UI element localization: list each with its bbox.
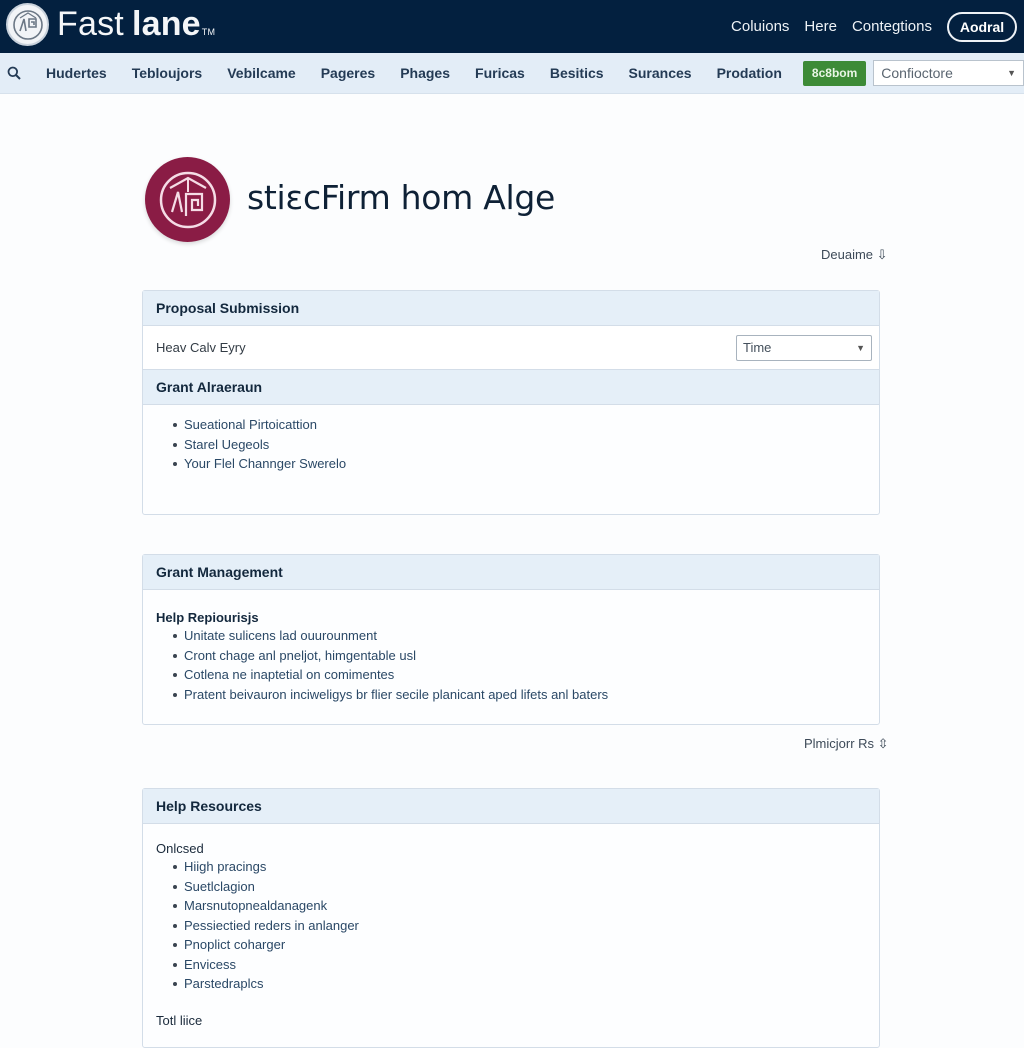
top-header: Fast laneTM Coluions Here Contegtions Aod… [0, 0, 1024, 53]
nav-item-furicas[interactable]: Furicas [475, 65, 525, 81]
sub-heading: Help Repiourisjs [156, 610, 259, 625]
page-title: stiεcFirm hom Alge [247, 178, 555, 217]
mid-meta-link[interactable]: Plmicjorr Rs ⇳ [804, 736, 889, 752]
list-item[interactable]: Cotlena ne inaptetial on comimentes [173, 665, 879, 685]
search-icon[interactable] [7, 66, 21, 80]
item-list: Sueational Pirtoicattion Starel Uegeols … [143, 415, 879, 474]
nav-select-value: Confioctore [881, 65, 953, 81]
brand-name-bold: lane [131, 5, 201, 43]
list-item[interactable]: Envicess [173, 955, 879, 975]
nav-green-button[interactable]: 8c8bom [802, 60, 867, 86]
time-select-value: Time [743, 340, 772, 355]
list-item[interactable]: Pratent beivauron inciweligys br flier s… [173, 685, 879, 705]
resources-panel: Help Resources Onlcsed Hiigh pracings Su… [142, 788, 880, 1048]
nav-item-prodation[interactable]: Prodation [717, 65, 782, 81]
top-action-button[interactable]: Aodral [947, 11, 1017, 42]
list-item[interactable]: Parstedraplcs [173, 974, 879, 994]
management-panel: Grant Management Help Repiourisjs Unitat… [142, 554, 880, 725]
list-item[interactable]: Unitate sulicens lad ouurounment [173, 626, 879, 646]
nav-bar: Hudertes Tebloujors Vebilcame Pageres Ph… [0, 53, 1024, 94]
top-meta-link[interactable]: Deuaime ⇩ [821, 247, 888, 263]
panel-row: Heav Calv Eyry Time ▼ [143, 326, 879, 370]
list-item[interactable]: Hiigh pracings [173, 857, 879, 877]
nav-item-phages[interactable]: Phages [400, 65, 450, 81]
proposal-panel: Proposal Submission Heav Calv Eyry Time … [142, 290, 880, 515]
brand-name-light: Fast [57, 5, 124, 43]
nav-item-tebloujors[interactable]: Tebloujors [132, 65, 203, 81]
panel-title: Proposal Submission [143, 291, 879, 326]
item-list: Unitate sulicens lad ouurounment Cront c… [143, 626, 879, 704]
section-title: Grant Alraeraun [143, 370, 879, 405]
nav-select[interactable]: Confioctore ▼ [873, 60, 1024, 86]
panel-title: Help Resources [143, 789, 879, 824]
brand-logo-icon [6, 3, 49, 46]
panel-title: Grant Management [143, 555, 879, 590]
list-item[interactable]: Pessiectied reders in anlanger [173, 916, 879, 936]
top-link-coluions[interactable]: Coluions [731, 18, 789, 35]
chevron-down-icon: ▼ [1007, 68, 1016, 78]
brand[interactable]: Fast laneTM [6, 3, 215, 46]
sub-heading: Onlcsed [156, 841, 204, 856]
list-item[interactable]: Sueational Pirtoicattion [173, 415, 879, 435]
top-links: Coluions Here Contegtions Aodral [731, 0, 1024, 53]
nav-item-vebilcame[interactable]: Vebilcame [227, 65, 296, 81]
trademark: TM [201, 27, 216, 37]
list-item[interactable]: Marsnutopnealdanagenk [173, 896, 879, 916]
item-list: Hiigh pracings Suetlclagion Marsnutopnea… [143, 857, 879, 994]
list-item[interactable]: Pnoplict coharger [173, 935, 879, 955]
time-select[interactable]: Time ▼ [736, 334, 872, 361]
footer-heading: Totl liice [156, 1012, 203, 1028]
top-link-contegtions[interactable]: Contegtions [852, 18, 932, 35]
top-link-here[interactable]: Here [804, 18, 837, 35]
nav-item-pageres[interactable]: Pageres [321, 65, 375, 81]
list-item[interactable]: Starel Uegeols [173, 435, 879, 455]
nav-item-besitics[interactable]: Besitics [550, 65, 604, 81]
list-item[interactable]: Cront chage anl pneljot, himgentable usl [173, 646, 879, 666]
chevron-down-icon: ▼ [856, 342, 865, 353]
brand-name: Fast laneTM [57, 3, 215, 46]
nav-item-hudertes[interactable]: Hudertes [46, 65, 107, 81]
list-item[interactable]: Your Flel Channger Swerelo [173, 454, 879, 474]
nav-item-surances[interactable]: Surances [629, 65, 692, 81]
org-logo-icon [145, 157, 230, 242]
row-label: Heav Calv Eyry [156, 340, 246, 355]
list-item[interactable]: Suetlclagion [173, 877, 879, 897]
